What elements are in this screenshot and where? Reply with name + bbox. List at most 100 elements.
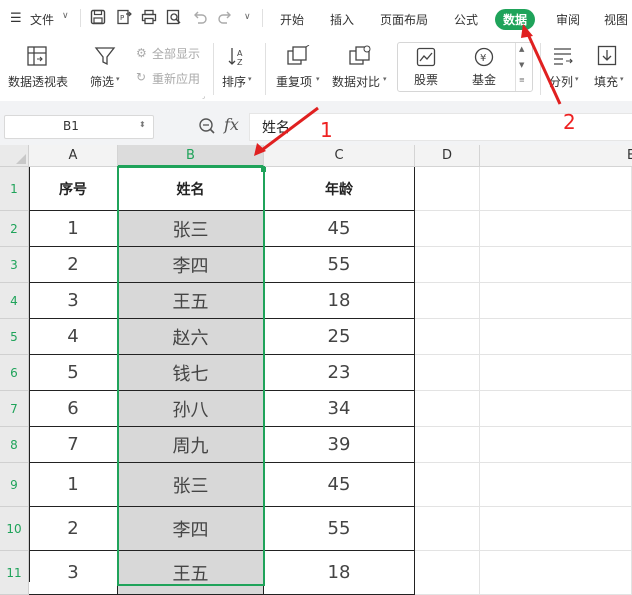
column-header-a[interactable]: A <box>29 145 118 167</box>
compare-icon[interactable] <box>348 45 372 67</box>
cell-a9[interactable]: 1 <box>29 463 118 507</box>
row-header-6[interactable]: 6 <box>0 355 29 391</box>
cell-c7[interactable]: 34 <box>264 391 415 427</box>
filter-icon[interactable] <box>94 45 116 67</box>
cell-a4[interactable]: 3 <box>29 283 118 319</box>
cell-d1[interactable] <box>415 167 480 211</box>
cell-d4[interactable] <box>415 283 480 319</box>
cell-c2[interactable]: 45 <box>264 211 415 247</box>
stock-icon[interactable] <box>416 47 436 67</box>
cell-a5[interactable]: 4 <box>29 319 118 355</box>
gallery-more-icon[interactable]: ≡ <box>519 76 525 84</box>
compare-dropdown-icon[interactable]: ▾ <box>383 75 387 83</box>
duplicates-dropdown-icon[interactable]: ▾ <box>316 75 320 83</box>
row-header-1[interactable]: 1 <box>0 167 29 211</box>
split-column-icon[interactable] <box>551 45 575 67</box>
cell-d11[interactable] <box>415 551 480 595</box>
sort-icon[interactable]: AZ <box>226 45 248 67</box>
pivot-table-icon[interactable] <box>26 45 48 67</box>
filter-dropdown-icon[interactable]: ▾ <box>116 75 120 83</box>
tab-formulas[interactable]: 公式 <box>454 11 478 28</box>
fund-button[interactable]: 基金 <box>472 71 496 88</box>
redo-icon[interactable] <box>217 9 233 25</box>
print-preview-icon[interactable] <box>166 9 182 25</box>
cell-a2[interactable]: 1 <box>29 211 118 247</box>
cell-c11[interactable]: 18 <box>264 551 415 595</box>
header-cell-a[interactable]: 序号 <box>29 167 118 211</box>
row-header-9[interactable]: 9 <box>0 463 29 507</box>
zoom-search-icon[interactable] <box>198 117 216 135</box>
row-header-5[interactable]: 5 <box>0 319 29 355</box>
column-header-e[interactable]: E <box>480 145 632 167</box>
cell-e1[interactable] <box>480 167 632 211</box>
column-header-c[interactable]: C <box>264 145 415 167</box>
reapply-button[interactable]: 重新应用 <box>152 70 200 87</box>
column-header-b[interactable]: B <box>118 145 264 167</box>
hamburger-icon[interactable]: ☰ <box>10 11 22 26</box>
compare-button[interactable]: 数据对比 <box>332 73 380 90</box>
cell-d6[interactable] <box>415 355 480 391</box>
filter-button[interactable]: 筛选 <box>90 73 114 90</box>
stock-button[interactable]: 股票 <box>414 71 438 88</box>
cell-a8[interactable]: 7 <box>29 427 118 463</box>
cell-e9[interactable] <box>480 463 632 507</box>
file-menu[interactable]: 文件 <box>30 11 54 28</box>
cell-d5[interactable] <box>415 319 480 355</box>
name-box-dropdown-icon[interactable]: ⬍ <box>139 120 146 129</box>
split-column-button[interactable]: 分列 <box>549 73 573 90</box>
sort-button[interactable]: 排序 <box>222 73 246 90</box>
cell-d7[interactable] <box>415 391 480 427</box>
cell-e6[interactable] <box>480 355 632 391</box>
selection-handle[interactable] <box>261 167 266 172</box>
cell-c9[interactable]: 45 <box>264 463 415 507</box>
cell-a3[interactable]: 2 <box>29 247 118 283</box>
tab-page-layout[interactable]: 页面布局 <box>380 11 428 28</box>
fill-dropdown-icon[interactable]: ▾ <box>620 75 624 83</box>
cell-c4[interactable]: 18 <box>264 283 415 319</box>
chevron-down-icon[interactable]: ∨ <box>62 11 69 21</box>
tab-review[interactable]: 审阅 <box>556 11 580 28</box>
row-header-11[interactable]: 11 <box>0 551 29 595</box>
duplicates-button[interactable]: 重复项 <box>276 73 312 90</box>
cell-c6[interactable]: 23 <box>264 355 415 391</box>
print-icon[interactable] <box>141 9 157 25</box>
cell-e5[interactable] <box>480 319 632 355</box>
cell-c8[interactable]: 39 <box>264 427 415 463</box>
cell-a11[interactable]: 3 <box>29 551 118 595</box>
cell-a7[interactable]: 6 <box>29 391 118 427</box>
sort-dropdown-icon[interactable]: ▾ <box>248 75 252 83</box>
cell-d3[interactable] <box>415 247 480 283</box>
tab-home[interactable]: 开始 <box>280 11 304 28</box>
cell-c5[interactable]: 25 <box>264 319 415 355</box>
cell-e8[interactable] <box>480 427 632 463</box>
cell-e3[interactable] <box>480 247 632 283</box>
cell-a10[interactable]: 2 <box>29 507 118 551</box>
tab-insert[interactable]: 插入 <box>330 11 354 28</box>
cell-e4[interactable] <box>480 283 632 319</box>
select-all-corner[interactable] <box>0 145 29 167</box>
row-header-4[interactable]: 4 <box>0 283 29 319</box>
show-all-button[interactable]: 全部显示 <box>152 45 200 62</box>
cell-a6[interactable]: 5 <box>29 355 118 391</box>
cell-d10[interactable] <box>415 507 480 551</box>
cell-e10[interactable] <box>480 507 632 551</box>
export-icon[interactable]: P <box>116 9 132 25</box>
row-header-2[interactable]: 2 <box>0 211 29 247</box>
function-fx-icon[interactable]: fx <box>224 115 239 134</box>
pivot-table-button[interactable]: 数据透视表 <box>8 73 68 90</box>
fund-icon[interactable]: ¥ <box>474 47 494 67</box>
save-icon[interactable] <box>90 9 106 25</box>
cell-d8[interactable] <box>415 427 480 463</box>
fill-button[interactable]: 填充 <box>594 73 618 90</box>
name-box[interactable]: B1 ⬍ <box>4 115 154 139</box>
scroll-down-icon[interactable]: ▼ <box>519 61 524 69</box>
tab-data[interactable]: 数据 <box>495 9 536 30</box>
cell-e7[interactable] <box>480 391 632 427</box>
fill-icon[interactable] <box>597 45 617 67</box>
row-header-8[interactable]: 8 <box>0 427 29 463</box>
scroll-up-icon[interactable]: ▲ <box>519 45 524 53</box>
duplicates-icon[interactable] <box>286 45 310 67</box>
column-header-d[interactable]: D <box>415 145 480 167</box>
tab-view[interactable]: 视图 <box>604 11 628 28</box>
row-header-7[interactable]: 7 <box>0 391 29 427</box>
